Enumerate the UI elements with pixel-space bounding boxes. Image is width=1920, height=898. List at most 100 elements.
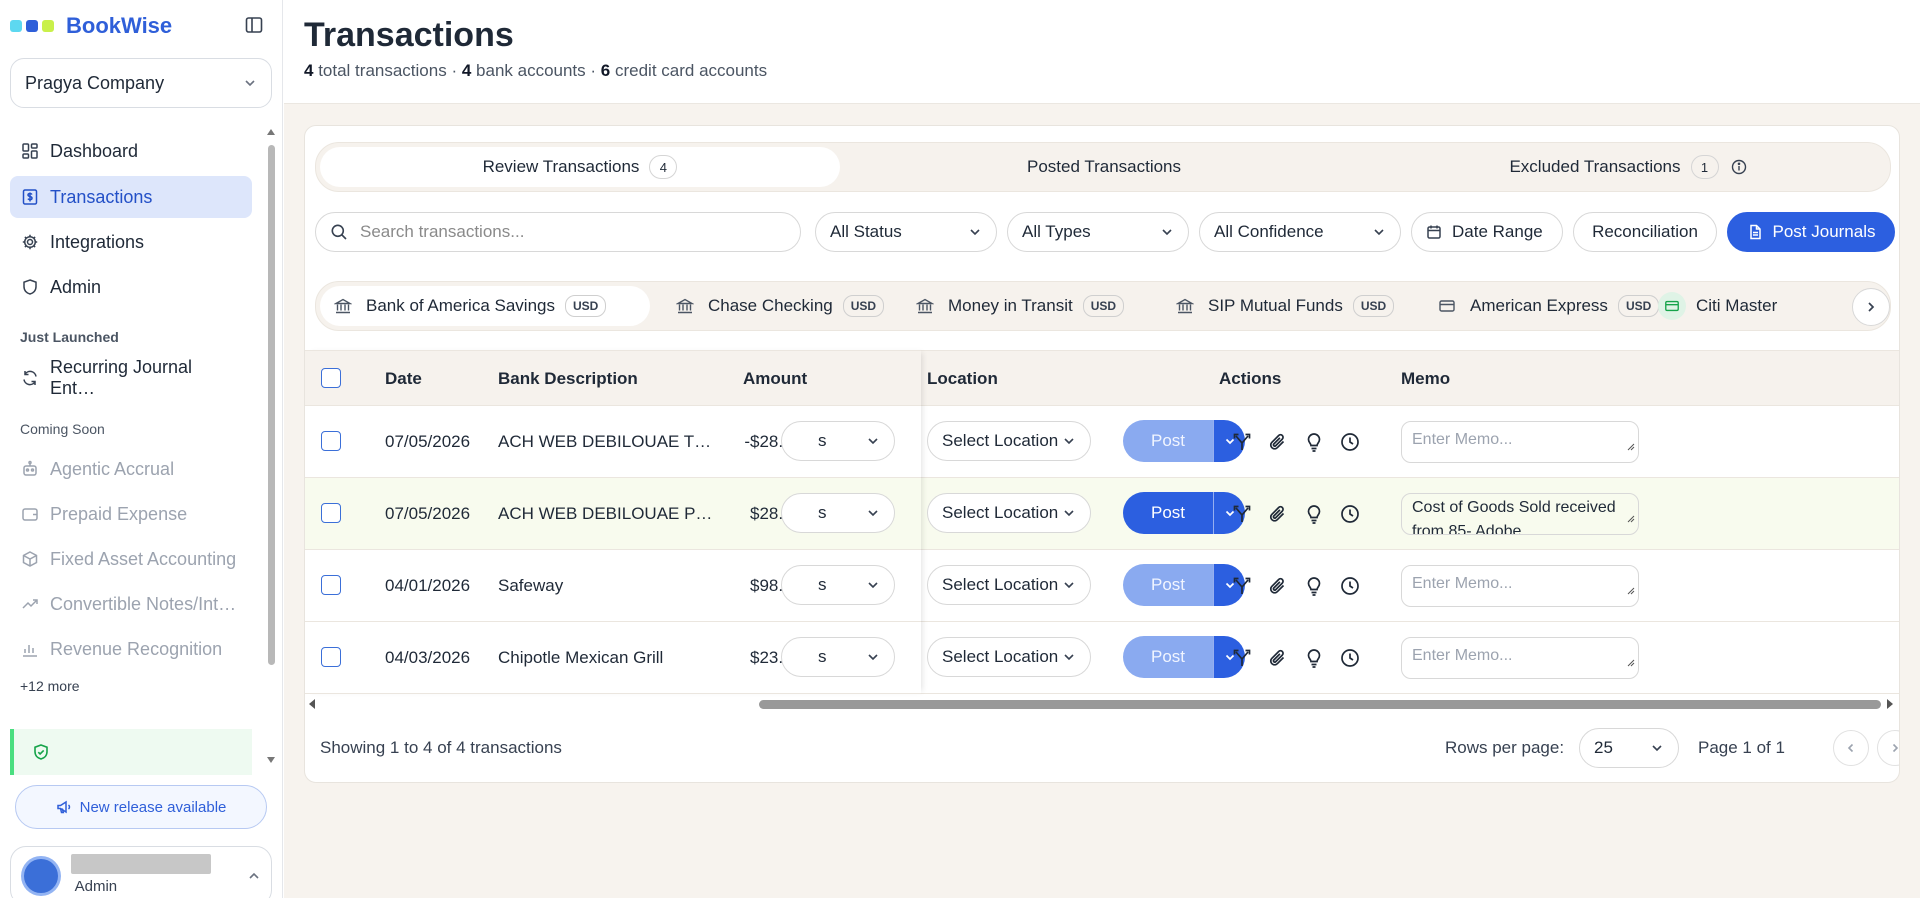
post-button[interactable]: Post xyxy=(1123,564,1213,606)
column-header-memo[interactable]: Memo xyxy=(1401,369,1450,389)
rows-per-page-select[interactable]: 25 xyxy=(1579,728,1679,768)
attachment-icon[interactable] xyxy=(1267,647,1289,669)
account-select[interactable]: s xyxy=(781,493,895,533)
sidebar-scrollbar-thumb[interactable] xyxy=(268,145,275,665)
location-select[interactable]: Select Location xyxy=(927,637,1091,677)
more-items-link[interactable]: +12 more xyxy=(20,678,80,694)
sidebar-item-dashboard[interactable]: Dashboard xyxy=(10,130,252,172)
attachment-icon[interactable] xyxy=(1267,575,1289,597)
stat-total-label: total transactions xyxy=(318,61,447,80)
post-button[interactable]: Post xyxy=(1123,636,1213,678)
resize-handle-icon[interactable] xyxy=(1627,435,1635,459)
row-checkbox[interactable] xyxy=(321,647,341,667)
row-checkbox[interactable] xyxy=(321,575,341,595)
tab-excluded-transactions[interactable]: Excluded Transactions 1 xyxy=(1368,147,1888,187)
next-page-button[interactable] xyxy=(1877,730,1899,766)
account-bank-of-america-savings[interactable]: Bank of America Savings USD xyxy=(320,286,650,326)
date-range-button[interactable]: Date Range xyxy=(1411,212,1563,252)
type-filter[interactable]: All Types xyxy=(1007,212,1189,252)
table-row[interactable]: 04/03/2026 Chipotle Mexican Grill $23.26… xyxy=(305,622,1899,694)
history-clock-icon[interactable] xyxy=(1339,431,1361,453)
account-american-express[interactable]: American Express USD xyxy=(1424,286,1673,326)
account-select[interactable]: s xyxy=(781,637,895,677)
new-release-label: New release available xyxy=(79,798,227,816)
status-filter[interactable]: All Status xyxy=(815,212,997,252)
attachment-icon[interactable] xyxy=(1267,431,1289,453)
scrollbar-thumb[interactable] xyxy=(759,700,1881,709)
account-select[interactable]: s xyxy=(781,421,895,461)
sidebar-item-recurring-journal[interactable]: Recurring Journal Ent… xyxy=(10,357,252,399)
row-checkbox[interactable] xyxy=(321,431,341,451)
table-row[interactable]: 04/01/2026 Safeway $98.69 s Select Locat… xyxy=(305,550,1899,622)
dashboard-icon xyxy=(20,142,40,160)
post-button-group: Post xyxy=(1123,636,1245,678)
column-header-location[interactable]: Location xyxy=(927,369,998,389)
reconciliation-button[interactable]: Reconciliation xyxy=(1573,212,1717,252)
account-chase-checking[interactable]: Chase Checking USD xyxy=(662,286,898,326)
resize-handle-icon[interactable] xyxy=(1627,651,1635,675)
tab-review-transactions[interactable]: Review Transactions 4 xyxy=(320,147,840,187)
column-header-amount[interactable]: Amount xyxy=(743,369,807,389)
account-select[interactable]: s xyxy=(781,565,895,605)
account-sip-mutual-funds[interactable]: SIP Mutual Funds USD xyxy=(1162,286,1408,326)
resize-handle-icon[interactable] xyxy=(1627,507,1635,531)
column-header-bank-description[interactable]: Bank Description xyxy=(498,369,638,389)
company-selector[interactable]: Pragya Company xyxy=(10,58,272,108)
user-profile-menu[interactable]: Admin xyxy=(10,846,272,898)
lightbulb-icon[interactable] xyxy=(1303,575,1325,597)
new-release-button[interactable]: New release available xyxy=(15,785,267,829)
pagination-summary: Showing 1 to 4 of 4 transactions xyxy=(320,738,562,757)
memo-input[interactable]: Enter Memo... xyxy=(1401,565,1639,607)
post-button[interactable]: Post xyxy=(1123,492,1213,534)
split-icon[interactable] xyxy=(1231,431,1253,453)
table-horizontal-scrollbar[interactable] xyxy=(305,694,1899,714)
account-citi-master[interactable]: Citi Master xyxy=(1644,286,1791,326)
table-row[interactable]: 07/05/2026 ACH WEB DEBILOUAE T… -$28.99 … xyxy=(305,406,1899,478)
lightbulb-icon[interactable] xyxy=(1303,647,1325,669)
table-row[interactable]: 07/05/2026 ACH WEB DEBILOUAE P… $28.99 s… xyxy=(305,478,1899,550)
stat-credit-value: 6 xyxy=(600,61,611,80)
accounts-next-button[interactable] xyxy=(1852,288,1890,326)
search-input[interactable]: Search transactions... xyxy=(315,212,801,252)
lightbulb-icon[interactable] xyxy=(1303,503,1325,525)
location-select-value: Select Location xyxy=(942,647,1059,666)
history-clock-icon[interactable] xyxy=(1339,647,1361,669)
history-clock-icon[interactable] xyxy=(1339,575,1361,597)
row-checkbox[interactable] xyxy=(321,503,341,523)
sidebar-toggle-icon[interactable] xyxy=(244,15,264,35)
info-icon[interactable] xyxy=(1731,159,1747,175)
location-select[interactable]: Select Location xyxy=(927,421,1091,461)
split-icon[interactable] xyxy=(1231,503,1253,525)
location-select[interactable]: Select Location xyxy=(927,565,1091,605)
location-select[interactable]: Select Location xyxy=(927,493,1091,533)
transaction-summary: 4 total transactions · 4 bank accounts ·… xyxy=(304,61,768,80)
count-badge: 1 xyxy=(1690,155,1719,179)
lightbulb-icon[interactable] xyxy=(1303,431,1325,453)
row-date: 04/01/2026 xyxy=(385,576,471,595)
split-icon[interactable] xyxy=(1231,575,1253,597)
logo-dot-blue xyxy=(26,20,38,32)
column-header-date[interactable]: Date xyxy=(385,369,422,389)
account-money-in-transit[interactable]: Money in Transit USD xyxy=(902,286,1138,326)
post-journals-button[interactable]: Post Journals xyxy=(1727,212,1895,252)
resize-handle-icon[interactable] xyxy=(1627,579,1635,603)
split-icon[interactable] xyxy=(1231,647,1253,669)
memo-input[interactable]: Cost of Goods Sold received from 85- Ado… xyxy=(1401,493,1639,535)
column-header-actions: Actions xyxy=(1219,369,1282,388)
select-all-checkbox[interactable] xyxy=(321,368,341,388)
brand-logo[interactable]: BookWise xyxy=(10,13,172,38)
transaction-tabs: Review Transactions 4 Posted Transaction… xyxy=(315,142,1891,192)
confidence-filter[interactable]: All Confidence xyxy=(1199,212,1401,252)
currency-badge: USD xyxy=(1352,295,1395,317)
tab-posted-transactions[interactable]: Posted Transactions xyxy=(844,147,1364,187)
memo-input[interactable]: Enter Memo... xyxy=(1401,421,1639,463)
memo-input[interactable]: Enter Memo... xyxy=(1401,637,1639,679)
sidebar-item-admin[interactable]: Admin xyxy=(10,266,252,308)
post-button[interactable]: Post xyxy=(1123,420,1213,462)
sidebar-item-integrations[interactable]: Integrations xyxy=(10,221,252,263)
previous-page-button[interactable] xyxy=(1833,730,1869,766)
sidebar-item-transactions[interactable]: Transactions xyxy=(10,176,252,218)
attachment-icon[interactable] xyxy=(1267,503,1289,525)
history-clock-icon[interactable] xyxy=(1339,503,1361,525)
logo-dot-lime xyxy=(42,20,54,32)
